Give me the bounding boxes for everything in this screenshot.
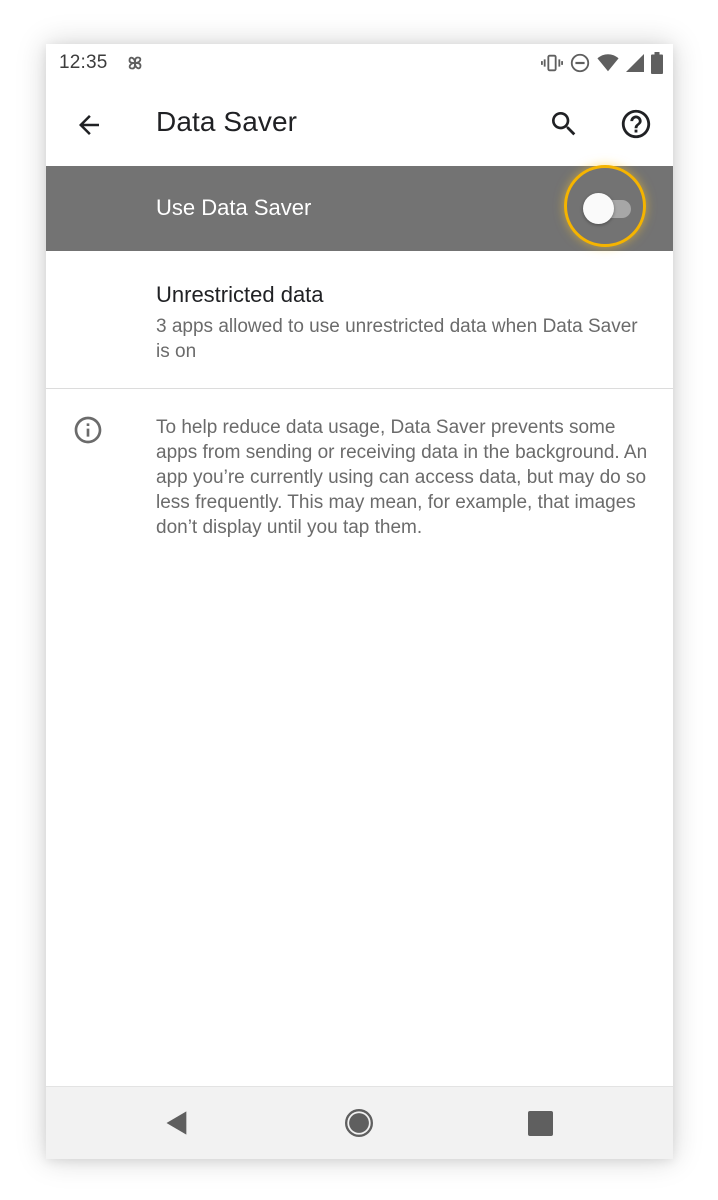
pinwheel-icon <box>128 56 142 70</box>
footer-info: To help reduce data usage, Data Saver pr… <box>46 389 673 609</box>
search-icon <box>552 112 576 136</box>
phone-screen: 12:35 Data Saver Use Data Saver Unrestri… <box>46 44 673 1159</box>
status-bar: 12:35 <box>46 44 673 84</box>
unrestricted-data-item[interactable]: Unrestricted data 3 apps allowed to use … <box>46 251 673 389</box>
cellular-signal-icon <box>626 54 644 72</box>
use-data-saver-label: Use Data Saver <box>156 195 312 220</box>
nav-home-icon[interactable] <box>345 1109 373 1137</box>
navigation-bar <box>46 1086 673 1159</box>
info-icon <box>74 416 102 444</box>
unrestricted-data-summary: 3 apps allowed to use unrestricted data … <box>156 316 638 362</box>
page-title: Data Saver <box>156 106 298 137</box>
use-data-saver-switch-bar[interactable]: Use Data Saver <box>46 165 673 251</box>
status-time: 12:35 <box>59 52 108 73</box>
unrestricted-data-title: Unrestricted data <box>156 282 324 307</box>
back-button[interactable] <box>72 108 106 142</box>
search-button[interactable] <box>546 106 582 142</box>
nav-back-icon[interactable] <box>163 1109 191 1137</box>
footer-info-text: To help reduce data usage, Data Saver pr… <box>156 417 648 538</box>
vibrate-icon <box>541 54 563 72</box>
help-icon <box>621 109 651 139</box>
help-button[interactable] <box>618 106 654 142</box>
app-bar: Data Saver <box>46 84 673 166</box>
wifi-icon <box>597 54 619 72</box>
back-arrow-icon <box>79 115 99 135</box>
do-not-disturb-icon <box>570 53 590 73</box>
data-saver-toggle-thumb[interactable] <box>583 193 614 224</box>
status-icons <box>541 52 663 74</box>
nav-recents-icon[interactable] <box>528 1111 553 1136</box>
battery-icon <box>651 52 663 74</box>
